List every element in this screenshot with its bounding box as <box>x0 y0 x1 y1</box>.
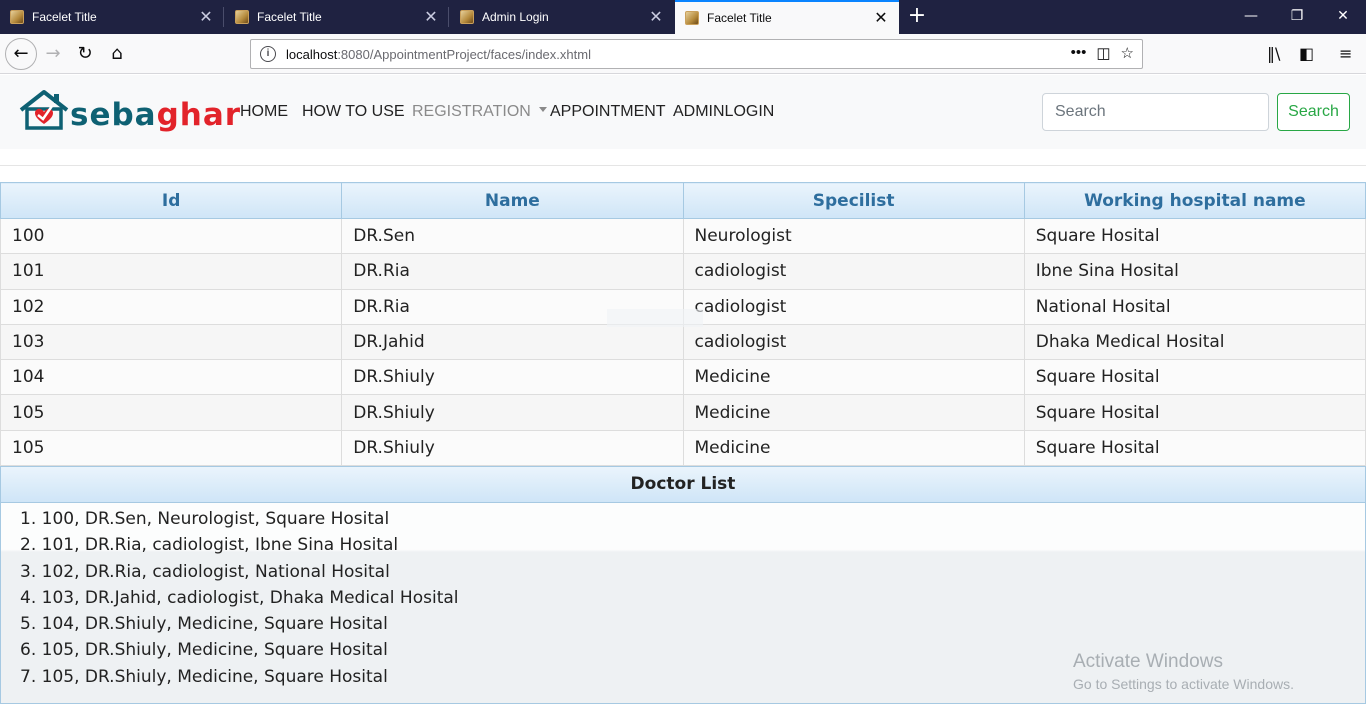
cell-hospital: Ibne Sina Hosital <box>1023 253 1366 290</box>
tab-title: Admin Login <box>482 10 549 24</box>
url-host: localhost <box>286 46 338 62</box>
cell-id: 105 <box>0 429 343 467</box>
nav-registration-dropdown[interactable]: REGISTRATION <box>412 103 547 121</box>
house-logo-icon <box>19 90 69 130</box>
cell-specialist: cadiologist <box>682 288 1025 325</box>
watermark-subtitle: Go to Settings to activate Windows. <box>1073 676 1294 692</box>
column-header: Id <box>0 182 343 219</box>
nav-home[interactable]: HOME <box>240 103 288 121</box>
sebaghar-logo[interactable]: sebaghar <box>18 88 240 136</box>
cell-hospital: Square Hosital <box>1023 429 1366 467</box>
new-tab-icon[interactable]: + <box>904 4 930 30</box>
restore-icon[interactable]: ❐ <box>1274 0 1320 34</box>
browser-tab[interactable]: Admin Login ✕ <box>450 0 674 34</box>
browser-tab[interactable]: Facelet Title ✕ <box>0 0 224 34</box>
column-header: Specilist <box>682 182 1025 219</box>
cell-specialist: Neurologist <box>682 217 1025 255</box>
cell-specialist: cadiologist <box>682 323 1025 361</box>
nav-how-to-use[interactable]: HOW TO USE <box>302 103 405 121</box>
cell-specialist: Medicine <box>682 359 1025 396</box>
table-row: 101 DR.Ria cadiologist Ibne Sina Hosital <box>0 253 1366 290</box>
favicon-icon <box>460 10 474 24</box>
site-info-icon[interactable]: i <box>260 46 276 62</box>
cell-id: 105 <box>0 394 343 431</box>
cell-hospital: Square Hosital <box>1023 217 1366 255</box>
favicon-icon <box>235 10 249 24</box>
close-tab-icon[interactable]: ✕ <box>196 7 216 27</box>
cell-hospital: Square Hosital <box>1023 359 1366 396</box>
table-row: 105 DR.Shiuly Medicine Square Hosital <box>0 394 1366 431</box>
tab-title: Facelet Title <box>32 10 97 24</box>
bookmark-star-icon[interactable]: ☆ <box>1121 44 1134 62</box>
divider <box>0 165 1366 166</box>
table-row: 100 DR.Sen Neurologist Square Hosital <box>0 217 1366 255</box>
cell-hospital: Dhaka Medical Hosital <box>1023 323 1366 361</box>
home-icon[interactable]: ⌂ <box>102 39 132 69</box>
forward-arrow-icon[interactable]: → <box>38 39 68 69</box>
hamburger-menu-icon[interactable]: ≡ <box>1339 44 1352 63</box>
watermark-title: Activate Windows <box>1073 651 1223 672</box>
close-tab-icon[interactable]: ✕ <box>421 7 441 27</box>
browser-tab-strip: Facelet Title ✕ Facelet Title ✕ Admin Lo… <box>0 0 1366 34</box>
cell-hospital: National Hosital <box>1023 288 1366 325</box>
cell-id: 102 <box>0 288 343 325</box>
site-navbar: sebaghar HOME HOW TO USE REGISTRATION AP… <box>0 75 1366 149</box>
sidebar-icon[interactable]: ◧ <box>1299 44 1314 63</box>
cell-name: DR.Jahid <box>341 323 684 361</box>
close-tab-icon[interactable]: ✕ <box>646 7 666 27</box>
cell-id: 104 <box>0 359 343 396</box>
browser-toolbar: ← → ↻ ⌂ i localhost:8080/AppointmentProj… <box>0 34 1366 74</box>
cell-hospital: Square Hosital <box>1023 394 1366 431</box>
search-input[interactable] <box>1042 93 1269 131</box>
browser-tab-active[interactable]: Facelet Title ✕ <box>675 0 899 34</box>
list-item: 1. 100, DR.Sen, Neurologist, Square Hosi… <box>20 509 390 529</box>
faint-overlay <box>607 309 703 327</box>
activate-windows-watermark: Activate Windows Go to Settings to activ… <box>1073 651 1294 692</box>
list-item: 5. 104, DR.Shiuly, Medicine, Square Hosi… <box>20 614 388 635</box>
page-actions-icon[interactable]: ••• <box>1071 44 1087 62</box>
cell-specialist: cadiologist <box>682 253 1025 290</box>
library-icon[interactable]: ‖\ <box>1267 44 1280 63</box>
url-bar[interactable]: i localhost:8080/AppointmentProject/face… <box>250 39 1143 69</box>
cell-name: DR.Shiuly <box>341 359 684 396</box>
tab-title: Facelet Title <box>257 10 322 24</box>
list-item: 2. 101, DR.Ria, cadiologist, Ibne Sina H… <box>20 535 399 556</box>
cell-id: 103 <box>0 323 343 361</box>
pocket-icon[interactable]: ◫ <box>1096 44 1110 62</box>
doctor-list-title: Doctor List <box>1 467 1365 503</box>
logo-text: sebaghar <box>70 97 242 133</box>
window-close-icon[interactable]: ✕ <box>1320 0 1366 34</box>
cell-name: DR.Shiuly <box>341 394 684 431</box>
list-item: 3. 102, DR.Ria, cadiologist, National Ho… <box>20 561 390 582</box>
list-item: 4. 103, DR.Jahid, cadiologist, Dhaka Med… <box>20 587 459 608</box>
table-row: 105 DR.Shiuly Medicine Square Hosital <box>0 429 1366 467</box>
back-arrow-icon[interactable]: ← <box>5 38 37 70</box>
cell-id: 101 <box>0 253 343 290</box>
favicon-icon <box>685 11 699 25</box>
nav-adminlogin[interactable]: ADMINLOGIN <box>673 103 774 121</box>
cell-specialist: Medicine <box>682 394 1025 431</box>
cell-name: DR.Shiuly <box>341 429 684 467</box>
cell-id: 100 <box>0 217 343 255</box>
tab-title: Facelet Title <box>707 11 772 25</box>
nav-appointment[interactable]: APPOINTMENT <box>550 103 666 121</box>
search-button[interactable]: Search <box>1277 93 1350 131</box>
cell-name: DR.Ria <box>341 253 684 290</box>
reload-icon[interactable]: ↻ <box>70 39 100 69</box>
favicon-icon <box>10 10 24 24</box>
cell-specialist: Medicine <box>682 429 1025 467</box>
cell-name: DR.Sen <box>341 217 684 255</box>
column-header: Working hospital name <box>1023 182 1366 219</box>
caret-down-icon <box>538 107 547 113</box>
url-path: :8080/AppointmentProject/faces/index.xht… <box>337 46 591 62</box>
browser-tab[interactable]: Facelet Title ✕ <box>225 0 449 34</box>
column-header: Name <box>341 182 684 219</box>
table-row: 104 DR.Shiuly Medicine Square Hosital <box>0 359 1366 396</box>
table-row: 103 DR.Jahid cadiologist Dhaka Medical H… <box>0 323 1366 361</box>
minimize-icon[interactable]: — <box>1228 0 1274 34</box>
close-tab-icon[interactable]: ✕ <box>871 8 891 28</box>
